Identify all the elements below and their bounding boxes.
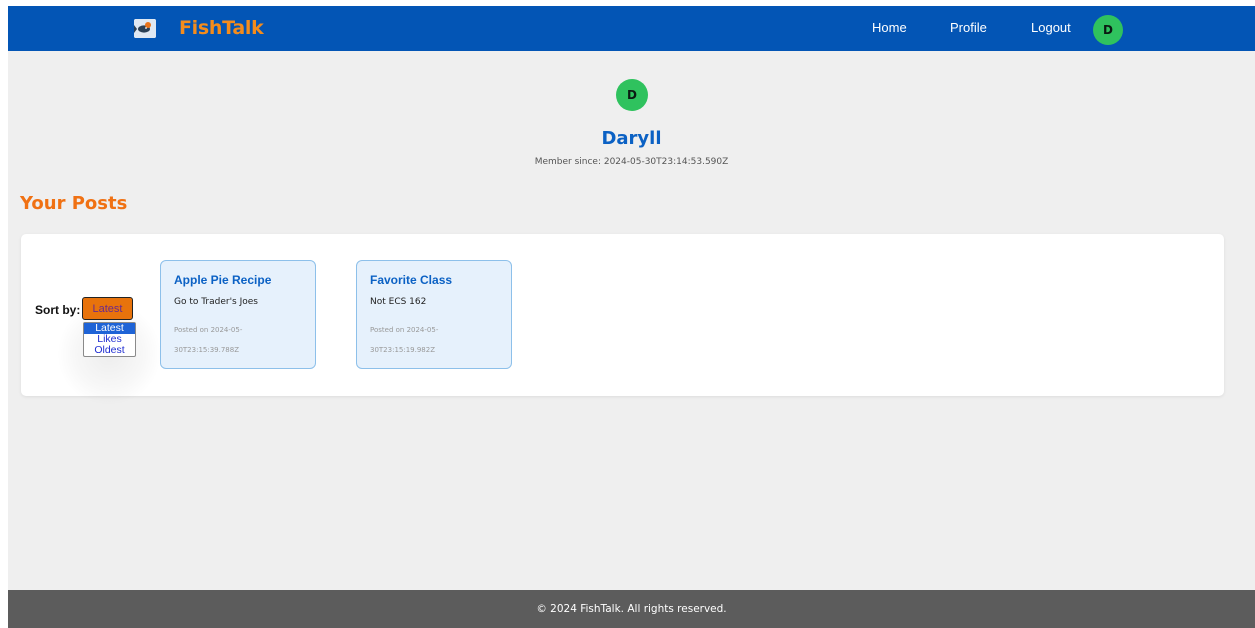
post-card[interactable]: Favorite Class Not ECS 162 Posted on 202… xyxy=(356,260,512,369)
member-since: Member since: 2024-05-30T23:14:53.590Z xyxy=(534,157,729,167)
sort-dropdown-list: Latest Likes Oldest xyxy=(83,322,136,357)
user-avatar[interactable]: D xyxy=(1093,15,1123,45)
post-title[interactable]: Favorite Class xyxy=(370,273,452,287)
sort-select[interactable]: Latest xyxy=(82,297,133,320)
footer: © 2024 FishTalk. All rights reserved. xyxy=(8,590,1255,628)
nav-logout-link[interactable]: Logout xyxy=(1031,20,1071,35)
post-title[interactable]: Apple Pie Recipe xyxy=(174,273,271,287)
post-body: Go to Trader's Joes xyxy=(174,297,258,307)
profile-username: Daryll xyxy=(601,128,662,149)
profile-avatar: D xyxy=(616,79,648,111)
nav-home-link[interactable]: Home xyxy=(872,20,907,35)
post-date: Posted on 2024-05-30T23:15:39.788Z xyxy=(174,326,243,354)
posts-panel: Sort by: Latest Latest Likes Oldest Appl… xyxy=(21,234,1224,404)
navbar: FishTalk Home Profile Logout D xyxy=(8,6,1255,51)
nav-profile-link[interactable]: Profile xyxy=(950,20,987,35)
post-body: Not ECS 162 xyxy=(370,297,427,307)
sort-label: Sort by: xyxy=(35,303,81,317)
fish-logo-icon[interactable] xyxy=(134,19,156,38)
sort-option-oldest[interactable]: Oldest xyxy=(84,345,135,356)
post-date: Posted on 2024-05-30T23:15:19.982Z xyxy=(370,326,439,354)
post-card[interactable]: Apple Pie Recipe Go to Trader's Joes Pos… xyxy=(160,260,316,369)
your-posts-heading: Your Posts xyxy=(20,193,128,214)
app-frame: FishTalk Home Profile Logout D D Daryll … xyxy=(8,6,1255,628)
brand-name[interactable]: FishTalk xyxy=(179,17,264,39)
